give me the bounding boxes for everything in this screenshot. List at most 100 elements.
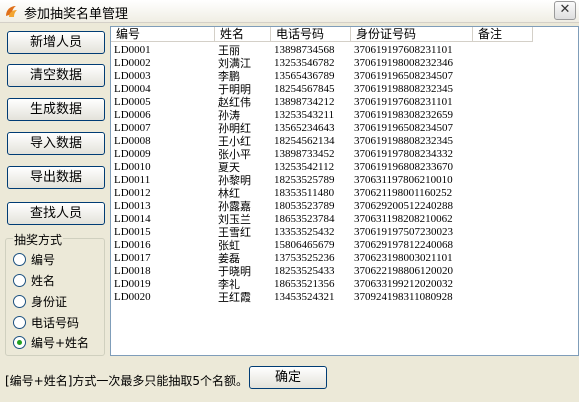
table-row[interactable]: LD0002 刘满江 13253546782 370619198008232346 <box>111 57 578 70</box>
table-cell-name: 孙明红 <box>218 122 251 135</box>
table-cell-phone: 18254562134 <box>274 135 335 147</box>
table-cell-idcard: 370619197808234332 <box>354 148 453 160</box>
table-cell-note <box>473 291 533 304</box>
table-row[interactable]: LD0003 李鹏 13565436789 370619196508234507 <box>111 70 578 83</box>
import-data-button[interactable]: 导入数据 <box>7 132 105 155</box>
column-header[interactable]: 姓名 <box>215 27 271 42</box>
table-row[interactable]: LD0001 王丽 13898734568 370619197608231101 <box>111 44 578 57</box>
table-cell-phone: 18653523784 <box>274 213 335 225</box>
table-cell-name: 张小平 <box>218 148 251 161</box>
table-cell-id: LD0015 <box>114 226 151 238</box>
lottery-mode-option[interactable]: 编号 <box>13 252 55 268</box>
table-cell-id: LD0011 <box>114 174 151 186</box>
radio-button[interactable] <box>13 295 26 308</box>
radio-button[interactable] <box>13 274 26 287</box>
table-cell-phone: 13353525432 <box>274 226 335 238</box>
column-header[interactable]: 电话号码 <box>271 27 351 42</box>
radio-button[interactable] <box>13 253 26 266</box>
table-cell-idcard: 370619198808232345 <box>354 135 453 147</box>
table-cell-name: 于晓明 <box>218 265 251 278</box>
table-cell-idcard: 370631198208210062 <box>354 213 453 225</box>
table-cell-id: LD0016 <box>114 239 151 251</box>
table-cell-idcard: 370629200512240288 <box>354 200 453 212</box>
column-header[interactable]: 编号 <box>111 27 215 42</box>
table-row[interactable]: LD0016 张虹 15806465679 370629197812240068 <box>111 239 578 252</box>
table-cell-idcard: 370619197608231101 <box>354 96 453 108</box>
table-cell-note <box>473 239 533 252</box>
window-title: 参加抽奖名单管理 <box>24 7 129 22</box>
table-cell-idcard: 370619197608231101 <box>354 44 453 56</box>
table-cell-phone: 18653521356 <box>274 278 335 290</box>
table-cell-note <box>473 122 533 135</box>
table-row[interactable]: LD0015 王雪红 13353525432 370619197507230023 <box>111 226 578 239</box>
table-cell-name: 刘玉兰 <box>218 213 251 226</box>
table-cell-phone: 13898734568 <box>274 44 335 56</box>
generate-data-button[interactable]: 生成数据 <box>7 98 105 121</box>
table-row[interactable]: LD0004 于明明 18254567845 370619198808232345 <box>111 83 578 96</box>
table-row[interactable]: LD0017 姜磊 13753525236 370623198003021101 <box>111 252 578 265</box>
confirm-button[interactable]: 确定 <box>249 366 327 389</box>
table-header: 编号 姓名 电话号码 身份证号码 备注 <box>111 27 578 43</box>
radio-button[interactable] <box>13 316 26 329</box>
table-cell-name: 于明明 <box>218 83 251 96</box>
table-cell-note <box>473 278 533 291</box>
lottery-mode-option[interactable]: 编号+姓名 <box>13 335 89 351</box>
table-cell-phone: 18253525433 <box>274 265 335 277</box>
table-cell-id: LD0006 <box>114 109 151 121</box>
table-cell-name: 孙黎明 <box>218 174 251 187</box>
column-header[interactable]: 备注 <box>473 27 533 42</box>
table-cell-idcard: 370924198311080928 <box>354 291 453 303</box>
lottery-mode-option[interactable]: 身份证 <box>13 294 67 310</box>
table-row[interactable]: LD0012 林红 18353511480 370621198001160252 <box>111 187 578 200</box>
export-data-button[interactable]: 导出数据 <box>7 166 105 189</box>
table-cell-idcard: 370631197806210010 <box>354 174 453 186</box>
table-row[interactable]: LD0013 孙露嘉 18053523789 370629200512240288 <box>111 200 578 213</box>
table-cell-phone: 13253542112 <box>274 161 335 173</box>
table-cell-idcard: 370633199212020032 <box>354 278 453 290</box>
table-cell-name: 李鹏 <box>218 70 240 83</box>
table-cell-phone: 18253525789 <box>274 174 335 186</box>
table-cell-idcard: 370629197812240068 <box>354 239 453 251</box>
table-row[interactable]: LD0005 赵红伟 13898734212 370619197608231101 <box>111 96 578 109</box>
table-row[interactable]: LD0009 张小平 13898733452 370619197808234332 <box>111 148 578 161</box>
table-cell-idcard: 370622198806120020 <box>354 265 453 277</box>
lottery-mode-group: 抽奖方式 编号 姓名 身份证 电话号码 编号+姓名 <box>5 231 105 356</box>
table-row[interactable]: LD0018 于晓明 18253525433 370622198806120020 <box>111 265 578 278</box>
table-row[interactable]: LD0008 王小红 18254562134 370619198808232345 <box>111 135 578 148</box>
column-header[interactable]: 身份证号码 <box>351 27 473 42</box>
radio-button[interactable] <box>13 336 26 349</box>
table-cell-note <box>473 44 533 57</box>
close-button[interactable]: ✕ <box>554 1 576 20</box>
participant-table[interactable]: 编号 姓名 电话号码 身份证号码 备注 LD0001 王丽 13898734568 37061… <box>110 26 579 356</box>
table-row[interactable]: LD0006 孙涛 13253543211 370619198308232659 <box>111 109 578 122</box>
title-bar[interactable]: 参加抽奖名单管理 ✕ <box>0 0 579 23</box>
table-row[interactable]: LD0010 夏天 13253542112 370619196808233670 <box>111 161 578 174</box>
clear-data-button[interactable]: 清空数据 <box>7 64 105 87</box>
table-row[interactable]: LD0011 孙黎明 18253525789 370631197806210010 <box>111 174 578 187</box>
table-cell-note <box>473 200 533 213</box>
table-cell-idcard: 370621198001160252 <box>354 187 453 199</box>
table-row[interactable]: LD0019 李礼 18653521356 370633199212020032 <box>111 278 578 291</box>
table-row[interactable]: LD0007 孙明红 13565234643 370619196508234507 <box>111 122 578 135</box>
find-person-button[interactable]: 查找人员 <box>7 202 105 225</box>
table-cell-phone: 13753525236 <box>274 252 335 264</box>
table-cell-phone: 13898734212 <box>274 96 335 108</box>
table-cell-phone: 18353511480 <box>274 187 335 199</box>
table-cell-id: LD0002 <box>114 57 151 69</box>
table-cell-name: 姜磊 <box>218 252 240 265</box>
table-cell-note <box>473 187 533 200</box>
table-cell-id: LD0013 <box>114 200 151 212</box>
add-person-button[interactable]: 新增人员 <box>7 31 105 54</box>
lottery-mode-label: 编号 <box>31 253 56 267</box>
table-cell-note <box>473 265 533 278</box>
table-row[interactable]: LD0014 刘玉兰 18653523784 370631198208210062 <box>111 213 578 226</box>
table-cell-id: LD0017 <box>114 252 151 264</box>
table-cell-phone: 18053523789 <box>274 200 335 212</box>
lottery-mode-label: 编号+姓名 <box>31 336 90 350</box>
table-cell-phone: 13565436789 <box>274 70 335 82</box>
table-cell-name: 孙露嘉 <box>218 200 251 213</box>
lottery-mode-option[interactable]: 电话号码 <box>13 315 79 331</box>
table-cell-id: LD0008 <box>114 135 151 147</box>
lottery-mode-option[interactable]: 姓名 <box>13 273 55 289</box>
table-row[interactable]: LD0020 王红霞 13453524321 370924198311080928 <box>111 291 578 304</box>
